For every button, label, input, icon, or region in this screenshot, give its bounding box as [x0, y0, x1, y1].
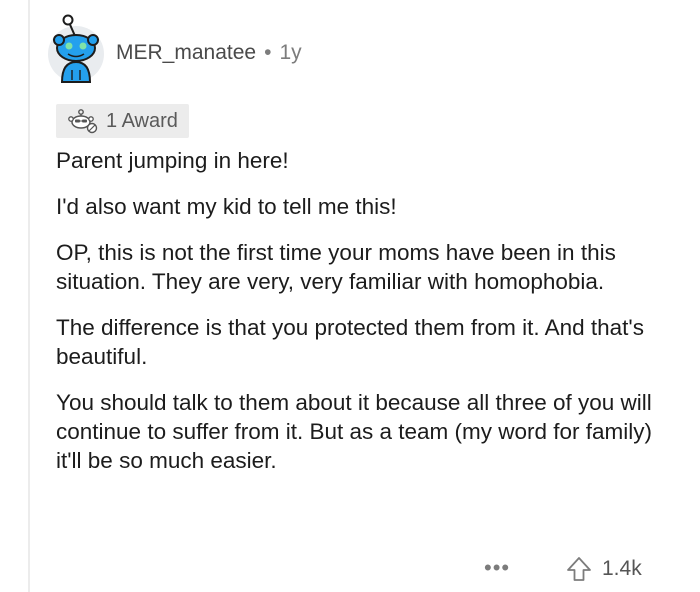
snoo-avatar-icon [48, 14, 104, 83]
meta-separator: • [264, 41, 272, 64]
upvote-arrow-icon [567, 557, 591, 581]
comment-paragraph: Parent jumping in here! [56, 148, 289, 173]
username-link[interactable]: MER_manatee [116, 41, 256, 65]
comment-header: MER_manatee • 1y [116, 38, 302, 68]
comment-body: Parent jumping in here! I'd also want my… [56, 146, 676, 492]
award-count: 1 Award [106, 109, 178, 132]
award-icon [68, 109, 98, 134]
comment-paragraph: You should talk to them about it because… [56, 390, 653, 473]
comment-paragraph: The difference is that you protected the… [56, 315, 644, 369]
comment-paragraph: I'd also want my kid to tell me this! [56, 194, 397, 219]
comment-paragraph: OP, this is not the first time your moms… [56, 240, 616, 294]
user-avatar[interactable] [44, 14, 108, 84]
upvote-button[interactable]: 1.4k [566, 554, 642, 584]
comment-actions: ••• 1.4k [0, 552, 700, 584]
vote-count: 1.4k [602, 557, 642, 580]
more-options-icon[interactable]: ••• [484, 552, 510, 584]
thread-line [28, 0, 30, 592]
comment-age: 1y [279, 41, 302, 64]
award-badge[interactable]: 1 Award [56, 104, 189, 138]
